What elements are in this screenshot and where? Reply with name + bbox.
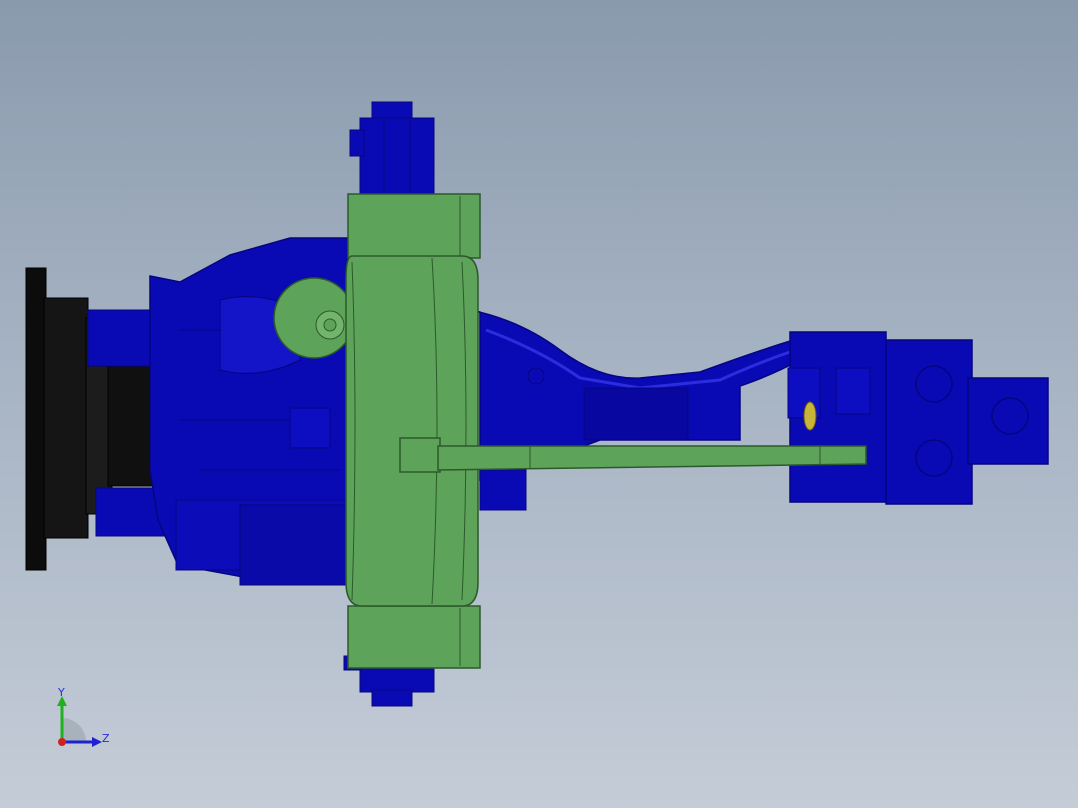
shoulder-gearbox[interactable]	[273, 277, 355, 359]
z-axis-arrow	[92, 737, 102, 747]
robot-arm-model[interactable]	[0, 0, 1078, 808]
view-orientation-triad[interactable]: Y Z	[48, 684, 120, 756]
green-counterweight-bottom[interactable]	[347, 605, 481, 669]
forearm[interactable]	[469, 309, 801, 511]
cad-graphics-viewport[interactable]: Y Z	[0, 0, 1078, 808]
green-counterweight-top[interactable]	[347, 193, 481, 259]
wrist-assembly[interactable]	[787, 331, 1049, 505]
z-axis-label: Z	[102, 732, 110, 745]
origin-point	[58, 738, 66, 746]
y-axis-label: Y	[58, 686, 65, 699]
upper-motor[interactable]	[349, 101, 435, 197]
triad-arc-shading	[62, 718, 86, 742]
green-upper-arm-housing[interactable]	[345, 255, 479, 607]
